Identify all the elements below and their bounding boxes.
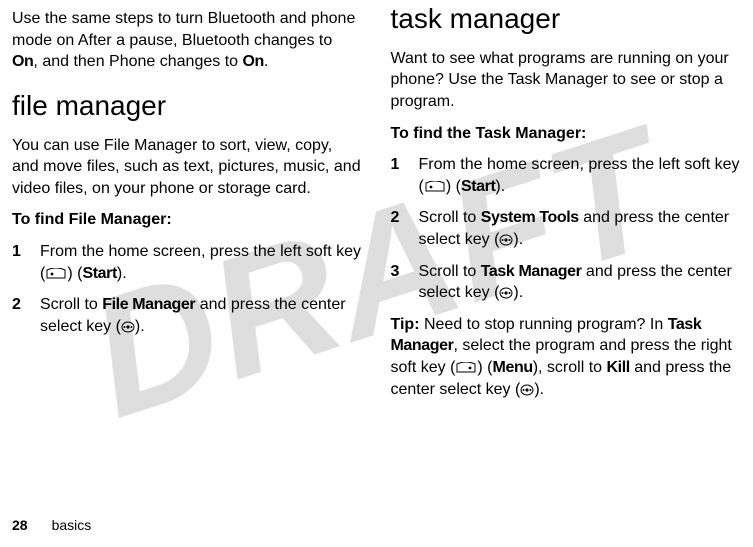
step-number: 1 xyxy=(12,241,26,284)
file-manager-desc: You can use File Manager to sort, view, … xyxy=(12,135,363,200)
step-number: 2 xyxy=(12,294,26,337)
fm-step-1-text: From the home screen, press the left sof… xyxy=(40,241,363,284)
file-manager-label: File Manager xyxy=(102,296,195,313)
fm-step-1: 1 From the home screen, press the left s… xyxy=(12,241,363,284)
tm-step-3: 3 Scroll to Task Manager and press the c… xyxy=(391,261,742,304)
t: ). xyxy=(534,381,544,398)
left-softkey-icon xyxy=(424,181,446,195)
page-number: 28 xyxy=(12,517,28,533)
center-select-icon xyxy=(520,384,534,398)
center-select-icon xyxy=(121,321,135,335)
columns: Use the same steps to turn Bluetooth and… xyxy=(12,0,741,410)
bt-on1: On xyxy=(12,53,33,70)
file-manager-find: To find File Manager: xyxy=(12,209,363,231)
tm-step-2: 2 Scroll to System Tools and press the c… xyxy=(391,207,742,250)
step-number: 3 xyxy=(391,261,405,304)
center-select-icon xyxy=(499,234,513,248)
menu-label: Menu xyxy=(493,359,533,376)
t: ) ( xyxy=(477,359,492,376)
t: ) ( xyxy=(446,178,461,195)
t: ). xyxy=(513,231,523,248)
start-label: Start xyxy=(82,265,116,282)
tip-paragraph: Tip: Need to stop running program? In Ta… xyxy=(391,314,742,400)
t: ), scroll to xyxy=(533,359,607,376)
t: ). xyxy=(513,284,523,301)
fm-step-2-text: Scroll to File Manager and press the cen… xyxy=(40,294,363,337)
tm-step-3-text: Scroll to Task Manager and press the cen… xyxy=(419,261,742,304)
page-footer: 28 basics xyxy=(12,516,91,535)
center-select-icon xyxy=(499,287,513,301)
t: Scroll to xyxy=(419,263,481,280)
system-tools-label: System Tools xyxy=(481,209,579,226)
fm-step-2: 2 Scroll to File Manager and press the c… xyxy=(12,294,363,337)
step-number: 1 xyxy=(391,154,405,197)
t: Need to stop running program? In xyxy=(420,316,668,333)
left-softkey-icon xyxy=(45,268,67,282)
bt-on2: On xyxy=(242,53,263,70)
task-manager-find: To find the Task Manager: xyxy=(391,123,742,145)
step-number: 2 xyxy=(391,207,405,250)
task-manager-label: Task Manager xyxy=(481,263,582,280)
tip-lead: Tip: xyxy=(391,316,420,333)
left-column: Use the same steps to turn Bluetooth and… xyxy=(12,0,363,410)
t: ). xyxy=(495,178,505,195)
bt-intro-b: , and then Phone changes to xyxy=(33,53,242,70)
tm-step-2-text: Scroll to System Tools and press the cen… xyxy=(419,207,742,250)
t: ) ( xyxy=(67,265,82,282)
t: Scroll to xyxy=(419,209,481,226)
file-manager-heading: file manager xyxy=(12,87,363,125)
tm-step-1-text: From the home screen, press the left sof… xyxy=(419,154,742,197)
start-label: Start xyxy=(461,178,495,195)
t: ). xyxy=(135,318,145,335)
tm-step-1: 1 From the home screen, press the left s… xyxy=(391,154,742,197)
t: Scroll to xyxy=(40,296,102,313)
kill-label: Kill xyxy=(607,359,630,376)
task-manager-desc: Want to see what programs are running on… xyxy=(391,48,742,113)
right-column: task manager Want to see what programs a… xyxy=(391,0,742,410)
bt-intro: Use the same steps to turn Bluetooth and… xyxy=(12,8,363,73)
task-manager-heading: task manager xyxy=(391,0,742,38)
right-softkey-icon xyxy=(455,362,477,376)
bt-intro-a: Use the same steps to turn Bluetooth and… xyxy=(12,10,355,49)
t: ). xyxy=(117,265,127,282)
footer-section: basics xyxy=(52,517,92,533)
